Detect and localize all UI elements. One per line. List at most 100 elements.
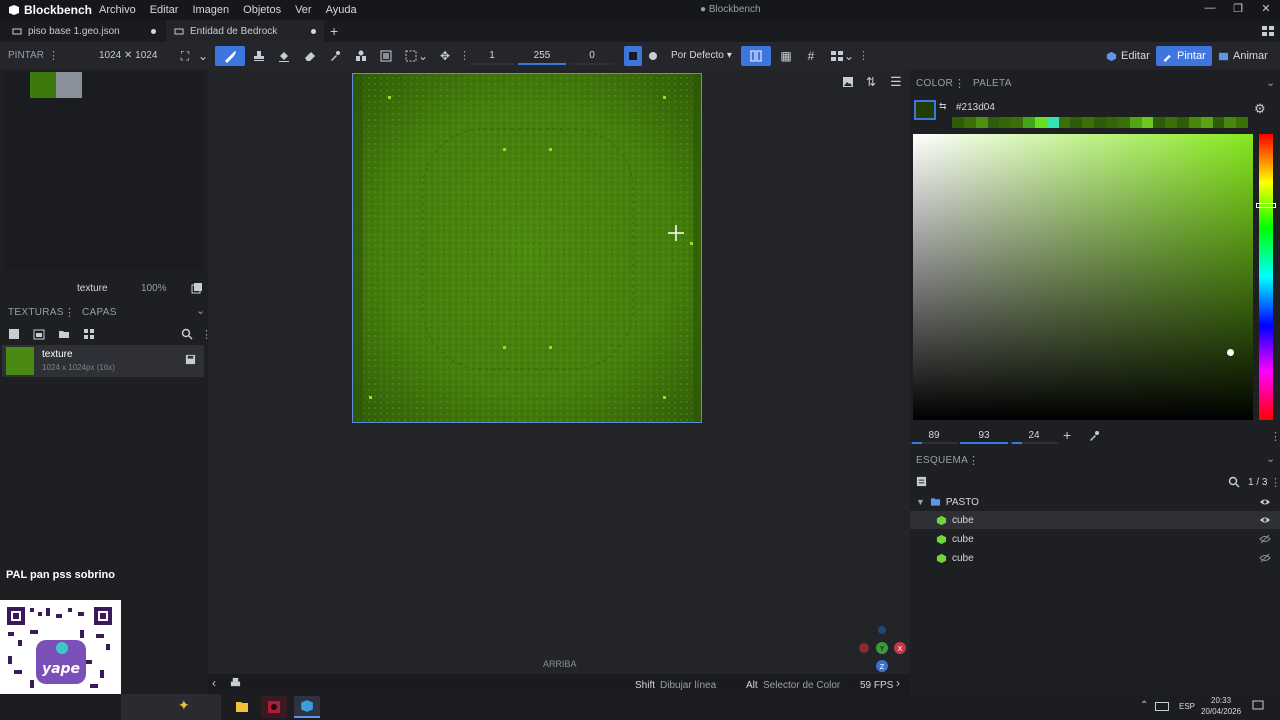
tab-layers[interactable]: CAPAS — [82, 307, 117, 318]
palette-swatch[interactable] — [30, 72, 56, 98]
gear-icon[interactable]: ⚙ — [1254, 101, 1266, 117]
maximize-button[interactable]: ❐ — [1224, 2, 1252, 18]
eye-icon[interactable] — [1259, 498, 1271, 506]
shape-tool-icon[interactable] — [350, 46, 372, 66]
current-color-swatch[interactable] — [914, 100, 936, 120]
eye-off-icon[interactable] — [1259, 553, 1271, 563]
folder-icon[interactable] — [58, 328, 70, 343]
search-icon[interactable] — [1228, 476, 1240, 491]
swap-icon[interactable]: ⇆ — [939, 101, 947, 112]
more-options-icon[interactable]: ⋮ — [1270, 430, 1280, 443]
chevron-left-icon[interactable]: ‹ — [212, 676, 216, 690]
tab-textures[interactable]: TEXTURAS — [8, 307, 64, 318]
cube-label: cube — [952, 533, 974, 545]
saturation-field[interactable]: 93 — [960, 430, 1008, 444]
blend-mode-select[interactable]: Por Defecto ▾ — [671, 50, 732, 61]
print-icon[interactable] — [230, 677, 241, 691]
menu-editar[interactable]: Editar — [143, 4, 186, 16]
blockbench-taskbar-icon[interactable] — [294, 696, 320, 718]
tab-entidad-bedrock[interactable]: Entidad de Bedrock — [166, 20, 324, 42]
round-brush-button[interactable] — [644, 46, 662, 66]
close-button[interactable]: ✕ — [1252, 2, 1280, 18]
grid-icon[interactable]: # — [800, 46, 822, 66]
chevron-right-icon[interactable]: › — [896, 676, 900, 690]
outliner-group-row[interactable]: ▼ PASTO — [910, 493, 1280, 511]
file-explorer-icon[interactable] — [229, 696, 255, 718]
outliner-cube-row[interactable]: cube — [910, 549, 1280, 567]
add-color-icon[interactable]: + — [1063, 427, 1071, 443]
gradient-tool-icon[interactable] — [375, 46, 397, 66]
fill-bucket-icon[interactable] — [273, 46, 295, 66]
color-picker-handle[interactable] — [1227, 349, 1234, 356]
save-icon[interactable] — [185, 354, 196, 368]
app-red-icon[interactable] — [261, 696, 287, 718]
chevron-down-icon[interactable]: ⌄ — [192, 46, 214, 66]
outliner-cube-row[interactable]: cube — [910, 530, 1280, 548]
mode-edit-button[interactable]: Editar — [1100, 46, 1156, 66]
color-picker-icon[interactable] — [324, 46, 346, 66]
brush-icon — [1163, 54, 1171, 62]
eye-off-icon[interactable] — [1259, 534, 1271, 544]
chevron-down-icon[interactable]: ⌄ — [842, 46, 856, 66]
eyedropper-icon[interactable] — [1088, 430, 1100, 445]
mode-paint-button[interactable]: Pintar — [1156, 46, 1212, 66]
search-icon[interactable] — [181, 328, 193, 343]
stamp-tool-icon[interactable] — [248, 46, 270, 66]
hex-color-value[interactable]: #213d04 — [956, 102, 995, 113]
color-history-strip[interactable] — [952, 117, 1249, 128]
add-group-icon[interactable] — [916, 476, 927, 490]
more-options-icon[interactable]: ⋮ — [858, 49, 869, 62]
chevron-down-icon[interactable]: ⌄ — [1266, 452, 1275, 465]
texture-canvas[interactable] — [352, 73, 702, 423]
menu-archivo[interactable]: Archivo — [92, 4, 143, 16]
chevron-down-icon[interactable]: ⌄ — [196, 304, 205, 317]
copy-icon[interactable] — [191, 282, 203, 297]
menu-ayuda[interactable]: Ayuda — [319, 4, 364, 16]
keyboard-icon[interactable] — [1155, 702, 1169, 714]
add-texture-icon[interactable] — [8, 328, 20, 343]
tab-piso-base[interactable]: piso base 1.geo.json — [4, 20, 164, 42]
menu-icon[interactable]: ☰ — [890, 74, 902, 90]
brush-size-field[interactable]: 1 — [470, 47, 514, 65]
tab-color[interactable]: COLOR — [916, 78, 953, 89]
hue-slider[interactable] — [1259, 134, 1273, 420]
mode-animate-button[interactable]: Animar — [1212, 46, 1274, 66]
more-options-icon[interactable]: ⋮ — [1270, 476, 1280, 489]
title-bar: Blockbench Archivo Editar Imagen Objetos… — [0, 0, 1280, 20]
taskbar-widget-area[interactable] — [121, 694, 221, 720]
minimize-button[interactable]: — — [1196, 2, 1224, 18]
svg-text:yape: yape — [42, 661, 80, 677]
mirror-paint-button[interactable] — [741, 46, 771, 66]
menu-imagen[interactable]: Imagen — [185, 4, 236, 16]
chevron-down-icon[interactable]: ⌄ — [416, 46, 430, 66]
grid-icon[interactable] — [83, 328, 95, 343]
new-tab-plus-icon[interactable]: + — [330, 23, 338, 39]
menu-ver[interactable]: Ver — [288, 4, 319, 16]
eye-icon[interactable] — [1259, 516, 1271, 524]
softness-field[interactable]: 0 — [570, 47, 614, 65]
caret-down-icon[interactable]: ▼ — [916, 497, 925, 507]
brush-tool-button[interactable] — [215, 46, 245, 66]
texture-list-item[interactable]: texture 1024 x 1024px (16x) — [2, 345, 204, 377]
language-indicator[interactable]: ESP — [1179, 702, 1195, 711]
image-icon[interactable] — [842, 76, 854, 91]
saturation-value-picker[interactable] — [913, 134, 1253, 420]
palette-swatch[interactable] — [56, 72, 82, 98]
tray-chevron-up-icon[interactable]: ⌃ — [1140, 700, 1148, 711]
outliner-cube-row[interactable]: cube — [910, 511, 1280, 529]
import-texture-icon[interactable] — [33, 328, 45, 343]
tab-palette[interactable]: PALETA — [973, 78, 1012, 89]
eraser-icon[interactable] — [299, 46, 321, 66]
sparkle-icon[interactable]: ✦ — [178, 697, 190, 714]
chevron-down-icon[interactable]: ⌄ — [1266, 76, 1275, 89]
square-brush-button[interactable] — [624, 46, 642, 66]
grid-menu-icon[interactable] — [1262, 25, 1274, 40]
sort-icon[interactable]: ⇅ — [866, 75, 876, 89]
menu-objetos[interactable]: Objetos — [236, 4, 288, 16]
opacity-field[interactable]: 255 — [518, 47, 566, 65]
pixel-grid-icon[interactable]: ▦ — [775, 46, 797, 66]
axis-gizmo[interactable]: Y X Z — [856, 622, 906, 672]
hue-slider-handle[interactable] — [1256, 203, 1276, 208]
move-tool-icon[interactable]: ✥ — [434, 46, 456, 66]
notification-icon[interactable] — [1252, 700, 1264, 715]
